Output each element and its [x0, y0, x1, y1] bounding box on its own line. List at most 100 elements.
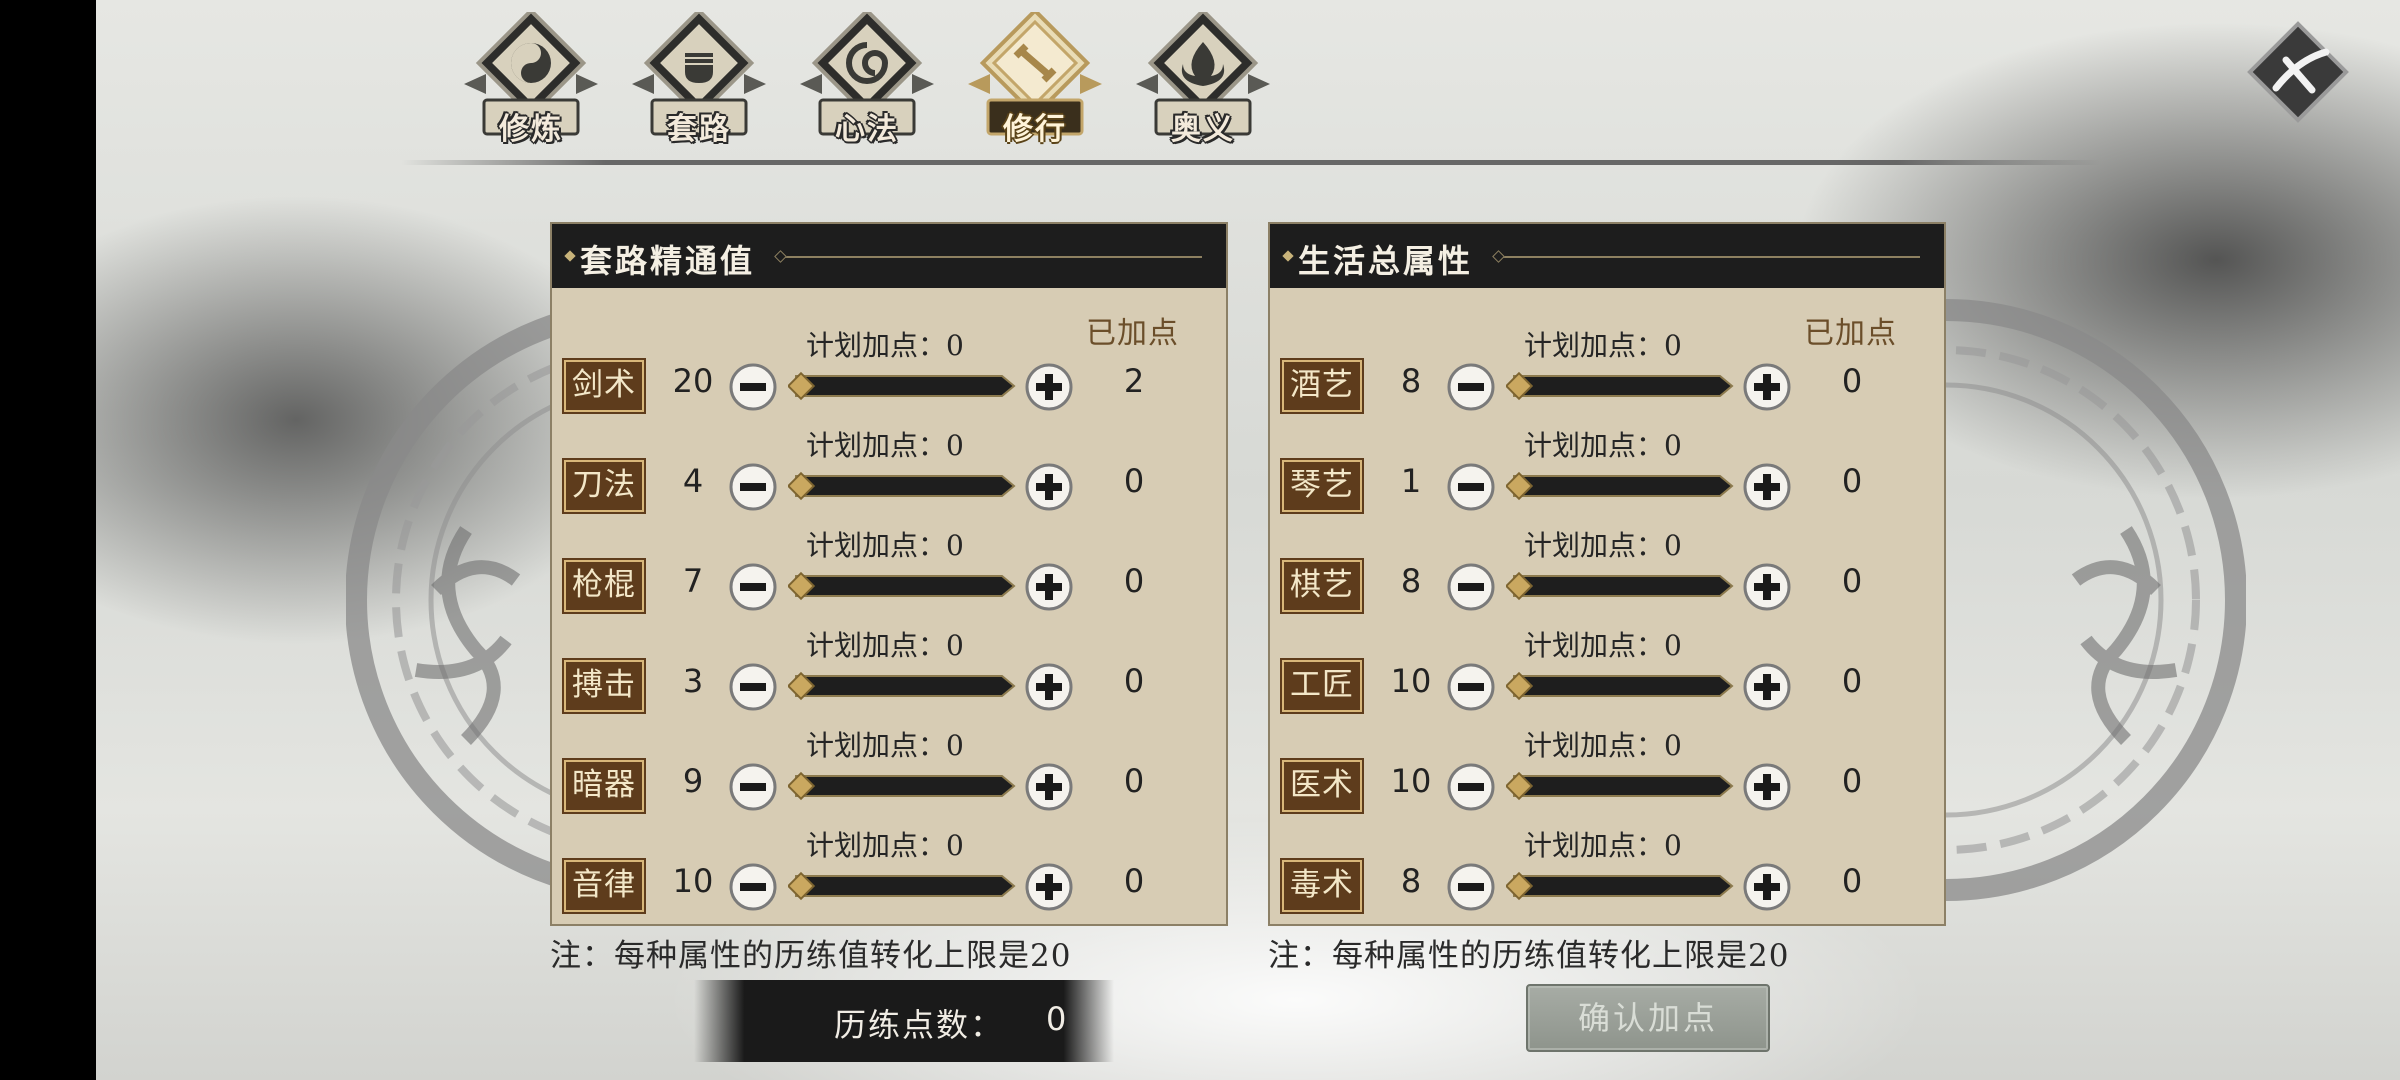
plus-icon	[1025, 563, 1073, 611]
decrease-button[interactable]	[728, 762, 778, 812]
attribute-value: 3	[682, 662, 704, 700]
attribute-name-label: 工匠	[1280, 658, 1364, 714]
increase-button[interactable]	[1742, 762, 1792, 812]
minus-icon	[1447, 763, 1495, 811]
decrease-button[interactable]	[1446, 362, 1496, 412]
training-points-bar: 历练点数： 0	[694, 980, 1114, 1062]
slider-track	[786, 871, 1016, 901]
attribute-value: 20	[672, 362, 714, 400]
minus-icon	[1447, 363, 1495, 411]
points-slider[interactable]	[786, 866, 1018, 906]
added-points-value: 0	[1123, 862, 1145, 900]
attribute-name-label: 酒艺	[1280, 358, 1364, 414]
points-slider[interactable]	[786, 366, 1018, 406]
planned-points-label: 计划加点：0	[1524, 629, 1682, 662]
increase-button[interactable]	[1742, 462, 1792, 512]
added-points-value: 0	[1123, 562, 1145, 600]
added-points-value: 0	[1841, 562, 1863, 600]
decrease-button[interactable]	[1446, 862, 1496, 912]
increase-button[interactable]	[1742, 362, 1792, 412]
attribute-name-label: 搏击	[562, 658, 646, 714]
confirm-add-points-button[interactable]: 确认加点	[1526, 984, 1770, 1052]
decrease-button[interactable]	[728, 362, 778, 412]
life-attributes-panel: 生活总属性 已加点 酒艺 8 计划加点：0 0 琴艺 1 计划加点：0 0 棋艺 8 计划加点：0 0…	[1268, 222, 1946, 926]
decrease-button[interactable]	[1446, 762, 1496, 812]
attribute-row: 琴艺 1 计划加点：0 0	[1270, 406, 1944, 514]
close-icon	[2247, 21, 2349, 123]
increase-button[interactable]	[1742, 862, 1792, 912]
increase-button[interactable]	[1742, 562, 1792, 612]
increase-button[interactable]	[1024, 762, 1074, 812]
points-slider[interactable]	[786, 566, 1018, 606]
tab-practice[interactable]: 修行	[960, 12, 1110, 147]
decrease-button[interactable]	[728, 562, 778, 612]
added-points-value: 2	[1123, 362, 1145, 400]
planned-points-label: 计划加点：0	[806, 429, 964, 462]
points-slider[interactable]	[1504, 866, 1736, 906]
attribute-row: 酒艺 8 计划加点：0 0	[1270, 306, 1944, 414]
increase-button[interactable]	[1024, 462, 1074, 512]
decrease-button[interactable]	[728, 462, 778, 512]
attribute-name-label: 刀法	[562, 458, 646, 514]
planned-points-label: 计划加点：0	[806, 729, 964, 762]
attribute-row: 暗器 9 计划加点：0 0	[552, 706, 1226, 814]
attribute-row: 棋艺 8 计划加点：0 0	[1270, 506, 1944, 614]
attribute-row: 工匠 10 计划加点：0 0	[1270, 606, 1944, 714]
increase-button[interactable]	[1024, 362, 1074, 412]
points-slider[interactable]	[1504, 466, 1736, 506]
title-diamond-icon	[564, 250, 576, 262]
tab-routine[interactable]: 套路	[624, 12, 774, 147]
points-slider[interactable]	[1504, 666, 1736, 706]
plus-icon	[1025, 463, 1073, 511]
tab-label: 修行	[1003, 112, 1067, 147]
minus-icon	[729, 563, 777, 611]
increase-button[interactable]	[1024, 562, 1074, 612]
game-screen: 修炼 套路 心法 修行 奥义 套路精通值 已加点 剑术 20 计划加点：0 2 …	[96, 0, 2400, 1080]
planned-points-label: 计划加点：0	[1524, 329, 1682, 362]
points-slider[interactable]	[786, 666, 1018, 706]
planned-points-label: 计划加点：0	[806, 829, 964, 862]
minus-icon	[1447, 663, 1495, 711]
routine-mastery-panel: 套路精通值 已加点 剑术 20 计划加点：0 2 刀法 4 计划加点：0 0 枪棍 7 计划加点：0…	[550, 222, 1228, 926]
header-ornament-line	[782, 256, 1202, 258]
points-slider[interactable]	[786, 766, 1018, 806]
increase-button[interactable]	[1024, 662, 1074, 712]
slider-track	[786, 571, 1016, 601]
minus-icon	[729, 463, 777, 511]
attribute-name-label: 毒术	[1280, 858, 1364, 914]
decrease-button[interactable]	[1446, 462, 1496, 512]
decrease-button[interactable]	[1446, 662, 1496, 712]
attribute-row: 医术 10 计划加点：0 0	[1270, 706, 1944, 814]
confirm-button-label: 确认加点	[1577, 999, 1718, 1037]
tab-label: 奥义	[1171, 112, 1235, 147]
points-slider[interactable]	[1504, 366, 1736, 406]
decrease-button[interactable]	[1446, 562, 1496, 612]
planned-points-label: 计划加点：0	[1524, 429, 1682, 462]
added-points-value: 0	[1841, 862, 1863, 900]
increase-button[interactable]	[1024, 862, 1074, 912]
added-points-value: 0	[1841, 762, 1863, 800]
tab-cultivate[interactable]: 修炼	[456, 12, 606, 147]
tab-label: 心法	[835, 112, 899, 147]
plus-icon	[1025, 663, 1073, 711]
header-ornament-line	[1500, 256, 1920, 258]
minus-icon	[1447, 863, 1495, 911]
planned-points-label: 计划加点：0	[1524, 729, 1682, 762]
slider-track	[1504, 871, 1734, 901]
tab-mystery[interactable]: 奥义	[1128, 12, 1278, 147]
right-dragon-emblem	[1946, 299, 2246, 901]
plus-icon	[1743, 863, 1791, 911]
decrease-button[interactable]	[728, 862, 778, 912]
added-points-value: 0	[1841, 462, 1863, 500]
slider-track	[786, 471, 1016, 501]
increase-button[interactable]	[1742, 662, 1792, 712]
plus-icon	[1743, 563, 1791, 611]
attribute-row: 刀法 4 计划加点：0 0	[552, 406, 1226, 514]
points-slider[interactable]	[1504, 766, 1736, 806]
attribute-name-label: 棋艺	[1280, 558, 1364, 614]
points-slider[interactable]	[786, 466, 1018, 506]
tab-mind-method[interactable]: 心法	[792, 12, 942, 147]
close-button[interactable]	[2246, 20, 2350, 124]
points-slider[interactable]	[1504, 566, 1736, 606]
decrease-button[interactable]	[728, 662, 778, 712]
